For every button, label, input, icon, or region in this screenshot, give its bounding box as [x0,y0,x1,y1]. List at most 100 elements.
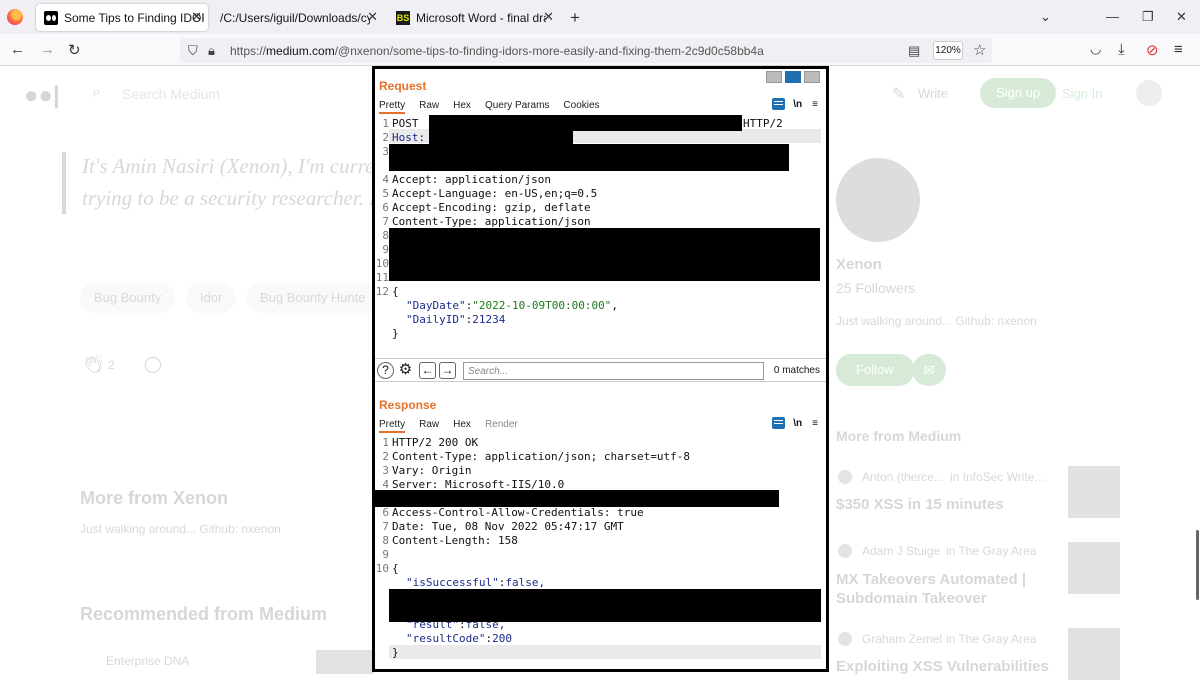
article-publication[interactable]: in The Gray Area [946,544,1037,558]
url-text[interactable]: https://medium.com/@nxenon/some-tips-to-… [230,44,764,58]
list-tabs-chevron-icon[interactable]: ⌄ [1040,9,1051,25]
medium-logo[interactable]: ●●| [24,82,60,110]
write-link[interactable]: Write [918,86,948,101]
article-author[interactable]: Graham Zemel [862,632,942,646]
intro-line-1: It's Amin Nasiri (Xenon), I'm curre [82,154,375,178]
forward-arrow-icon[interactable]: → [40,41,55,58]
clap-count: 2 [108,358,115,372]
help-icon[interactable]: ? [377,362,394,379]
tab-render[interactable]: Render [485,419,518,433]
previous-arrow-icon[interactable]: ← [419,362,436,379]
tab-word-document[interactable]: BS Microsoft Word - final draft.doc ✕ [388,4,560,31]
lock-icon[interactable]: 🔒︎ [208,43,215,59]
next-arrow-icon[interactable]: → [439,362,456,379]
layout-toggle[interactable] [763,71,820,83]
address-bar[interactable]: ⛉ 🔒︎ https://medium.com/@nxenon/some-tip… [180,38,992,63]
show-newlines-icon[interactable]: \n [793,99,802,110]
author-name[interactable]: Xenon [836,256,882,273]
tab-raw[interactable]: Raw [419,419,439,433]
minimize-button[interactable]: — [1106,9,1119,24]
clap-icon[interactable]: 👏︎ [82,354,105,375]
bookmark-star-icon[interactable]: ☆ [973,41,986,59]
author-avatar-small[interactable] [838,470,852,484]
status-line: HTTP/2 200 OK [392,436,479,449]
tag-pill[interactable]: Bug Bounty [80,283,176,313]
body-open-brace: { [392,285,399,298]
split-vertical-icon[interactable] [785,71,801,83]
author-avatar-small[interactable] [838,544,852,558]
search-icon[interactable]: ⌕ [92,84,101,102]
tab-local-file[interactable]: /C:/Users/iguil/Downloads/cysec14 ✕ [212,4,384,31]
article-author[interactable]: Adam J Stuige [862,544,940,558]
menu-icon[interactable]: ≡ [812,418,818,429]
author-avatar[interactable] [836,158,920,242]
shield-icon[interactable]: ⛉ [188,43,198,59]
line-number: 8 [382,229,389,242]
author-followers[interactable]: 25 Followers [836,280,915,296]
tab-pretty[interactable]: Pretty [379,419,406,433]
show-newlines-icon[interactable]: \n [793,418,802,429]
split-horizontal-icon[interactable] [766,71,782,83]
search-input[interactable]: Search... [463,362,764,380]
downloads-icon[interactable]: ⤓ [1118,41,1125,58]
tab-cookies[interactable]: Cookies [563,100,599,114]
article-thumbnail[interactable] [1068,628,1120,680]
close-tab-icon[interactable]: ✕ [367,9,378,25]
author-bio: Just walking around... Github: nxenon [836,314,1037,328]
write-icon[interactable]: ✎ [892,84,905,104]
article-thumbnail[interactable] [1068,466,1120,518]
word-wrap-icon[interactable] [772,417,786,429]
close-tab-icon[interactable]: ✕ [543,9,554,25]
tab-query-params[interactable]: Query Params [485,100,549,114]
comment-icon[interactable]: ◯ [144,354,162,374]
tab-hex[interactable]: Hex [453,419,471,433]
close-tab-icon[interactable]: ✕ [191,9,202,25]
match-count: 0 matches [773,365,820,376]
firefox-icon[interactable] [7,9,23,25]
page-scrollbar[interactable] [1196,530,1199,600]
author-avatar-small[interactable] [838,632,852,646]
gear-icon[interactable]: ⚙ [397,362,414,379]
tag-pill[interactable]: Idor [186,283,237,313]
tab-hex[interactable]: Hex [453,100,471,114]
follow-button[interactable]: Follow [836,354,914,386]
header-line: Date: Tue, 08 Nov 2022 05:47:17 GMT [392,520,624,533]
body-close-brace: } [392,327,399,340]
menu-icon[interactable]: ≡ [812,99,818,110]
enterprise-author[interactable]: Enterprise DNA [106,654,189,668]
close-window-button[interactable]: ✕ [1176,9,1187,25]
article-title[interactable]: Exploiting XSS Vulnerabilities [836,658,1049,675]
menu-icon[interactable]: ≡ [1174,41,1183,58]
reload-icon[interactable]: ↻ [68,41,81,59]
article-title[interactable]: MX Takeovers Automated | Subdomain Takeo… [836,570,1036,608]
request-editor[interactable]: 1 POST HTTP/2 2 Host: 3 4 Accept: applic… [375,115,826,355]
article-thumbnail[interactable] [316,650,374,674]
search-placeholder[interactable]: Search Medium [122,86,220,102]
article-publication[interactable]: in InfoSec Write... [950,470,1044,484]
signup-button[interactable]: Sign up [980,78,1057,108]
user-avatar[interactable] [1136,80,1162,106]
pocket-icon[interactable]: ◡ [1090,41,1101,57]
line-highlight [389,645,821,659]
article-author[interactable]: Anton (therce... [862,470,944,484]
tag-pill[interactable]: Bug Bounty Hunte [246,283,380,313]
article-title[interactable]: $350 XSS in 15 minutes [836,496,1004,513]
response-editor[interactable]: 1 HTTP/2 200 OK 2 Content-Type: applicat… [372,434,826,670]
tab-pretty[interactable]: Pretty [379,100,406,114]
single-pane-icon[interactable] [804,71,820,83]
zoom-level[interactable]: 120% [933,41,963,60]
tab-raw[interactable]: Raw [419,100,439,114]
new-tab-button[interactable]: + [570,8,580,28]
article-thumbnail[interactable] [1068,542,1120,594]
body-open-brace: { [392,562,399,575]
extension-icon[interactable]: ⊘ [1146,41,1159,59]
back-arrow-icon[interactable]: ← [10,41,25,58]
signin-link[interactable]: Sign In [1062,86,1102,101]
subscribe-mail-icon[interactable]: ✉ [912,354,946,386]
restore-button[interactable]: ❐ [1142,9,1154,25]
reader-view-icon[interactable]: ▤ [908,43,920,59]
body-close-brace: } [392,646,399,659]
word-wrap-icon[interactable] [772,98,786,110]
article-publication[interactable]: in The Gray Area [946,632,1037,646]
tab-medium-article[interactable]: Some Tips to Finding IDORs mo ✕ [36,4,208,31]
